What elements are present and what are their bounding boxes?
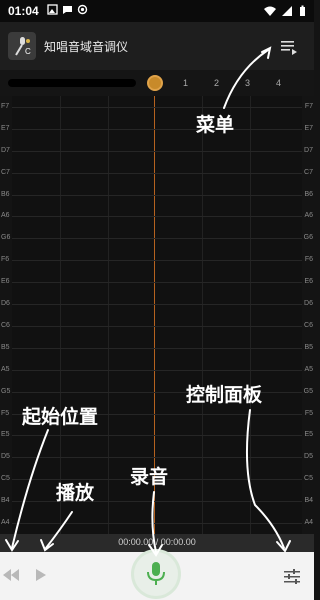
note-label-e6: E6	[1, 278, 10, 285]
gallery-icon	[47, 2, 58, 20]
note-label-c5: C5	[304, 475, 313, 482]
pitch-row-line	[12, 151, 302, 152]
pitch-row-line	[12, 523, 302, 524]
note-label-e5: E5	[1, 431, 10, 438]
pitch-row-line	[12, 457, 302, 458]
note-label-f5: F5	[1, 410, 10, 417]
note-label-e5: E5	[304, 431, 313, 438]
note-label-d6: D6	[1, 300, 10, 307]
note-label-a6: A6	[1, 212, 10, 219]
bar-number: 1	[183, 78, 189, 88]
pitch-row-line	[12, 260, 302, 261]
note-label-a4: A4	[1, 519, 10, 526]
progress-track[interactable]	[8, 79, 136, 87]
note-label-g6: G6	[303, 234, 313, 241]
note-label-g6: G6	[1, 234, 11, 241]
note-label-f5: F5	[304, 410, 313, 417]
note-label-c6: C6	[1, 322, 10, 329]
note-label-b6: B6	[1, 191, 10, 198]
pitch-row-line	[12, 129, 302, 130]
app-title: 知唱音域音调仪	[44, 39, 129, 54]
battery-icon	[299, 4, 306, 22]
note-label-a6: A6	[304, 212, 313, 219]
note-label-d7: D7	[1, 147, 10, 154]
control-panel-button[interactable]	[282, 566, 302, 586]
record-button[interactable]	[134, 552, 178, 596]
app-bar: C 知唱音域音调仪	[0, 22, 314, 70]
pitch-row-line	[12, 282, 302, 283]
pitch-row-line	[12, 195, 302, 196]
note-label-c6: C6	[304, 322, 313, 329]
note-label-b5: B5	[304, 344, 313, 351]
note-label-e6: E6	[304, 278, 313, 285]
pitch-row-line	[12, 435, 302, 436]
annotation-start-position: 起始位置	[22, 406, 99, 428]
note-label-c7: C7	[1, 169, 10, 176]
status-time: 01:04	[8, 4, 39, 18]
note-label-d6: D6	[304, 300, 313, 307]
note-label-d5: D5	[1, 453, 10, 460]
note-label-c7: C7	[304, 169, 313, 176]
note-label-f7: F7	[304, 103, 313, 110]
status-bar: 01:04	[0, 0, 314, 22]
menu-list-icon	[281, 41, 297, 55]
annotation-play: 播放	[56, 482, 95, 504]
menu-button[interactable]	[278, 36, 300, 58]
annotation-record: 录音	[130, 466, 169, 488]
playhead-handle[interactable]	[147, 75, 163, 91]
note-label-e7: E7	[1, 125, 10, 132]
note-label-f7: F7	[1, 103, 10, 110]
control-bar	[0, 552, 314, 600]
note-label-a5: A5	[304, 366, 313, 373]
note-label-a4: A4	[304, 519, 313, 526]
bar-number: 3	[245, 78, 251, 88]
play-icon	[36, 569, 46, 581]
sync-icon	[77, 2, 88, 20]
note-label-c5: C5	[1, 475, 10, 482]
note-label-e7: E7	[304, 125, 313, 132]
note-label-b4: B4	[304, 497, 313, 504]
app-logo: C	[8, 32, 36, 60]
svg-text:C: C	[25, 47, 31, 56]
signal-icon	[282, 4, 293, 22]
pitch-row-line	[12, 238, 302, 239]
note-label-d5: D5	[304, 453, 313, 460]
rewind-icon	[3, 569, 19, 581]
note-label-a5: A5	[1, 366, 10, 373]
pitch-row-line	[12, 370, 302, 371]
pitch-row-line	[12, 107, 302, 108]
annotation-menu: 菜单	[196, 114, 235, 136]
time-bar: 00:00.00 / 00:00.00	[0, 534, 314, 552]
note-label-f6: F6	[304, 256, 313, 263]
annotation-control-panel: 控制面板	[186, 384, 263, 406]
note-label-g5: G5	[303, 388, 313, 395]
message-icon	[62, 2, 73, 20]
bar-number: 2	[214, 78, 220, 88]
note-label-b5: B5	[1, 344, 10, 351]
pitch-row-line	[12, 304, 302, 305]
note-label-f6: F6	[1, 256, 10, 263]
note-label-d7: D7	[304, 147, 313, 154]
pitch-row-line	[12, 173, 302, 174]
pitch-row-line	[12, 348, 302, 349]
note-label-g5: G5	[1, 388, 11, 395]
note-label-b4: B4	[1, 497, 10, 504]
pitch-row-line	[12, 326, 302, 327]
microphone-icon	[147, 562, 165, 585]
time-display: 00:00.00 / 00:00.00	[118, 537, 196, 547]
pitch-row-line	[12, 216, 302, 217]
wifi-icon	[264, 4, 276, 22]
bar-number: 4	[276, 78, 282, 88]
play-button[interactable]	[32, 566, 50, 584]
timeline-bar: 1 2 3 4	[0, 70, 314, 96]
sliders-icon	[284, 569, 300, 584]
rewind-button[interactable]	[2, 566, 20, 584]
note-label-b6: B6	[304, 191, 313, 198]
